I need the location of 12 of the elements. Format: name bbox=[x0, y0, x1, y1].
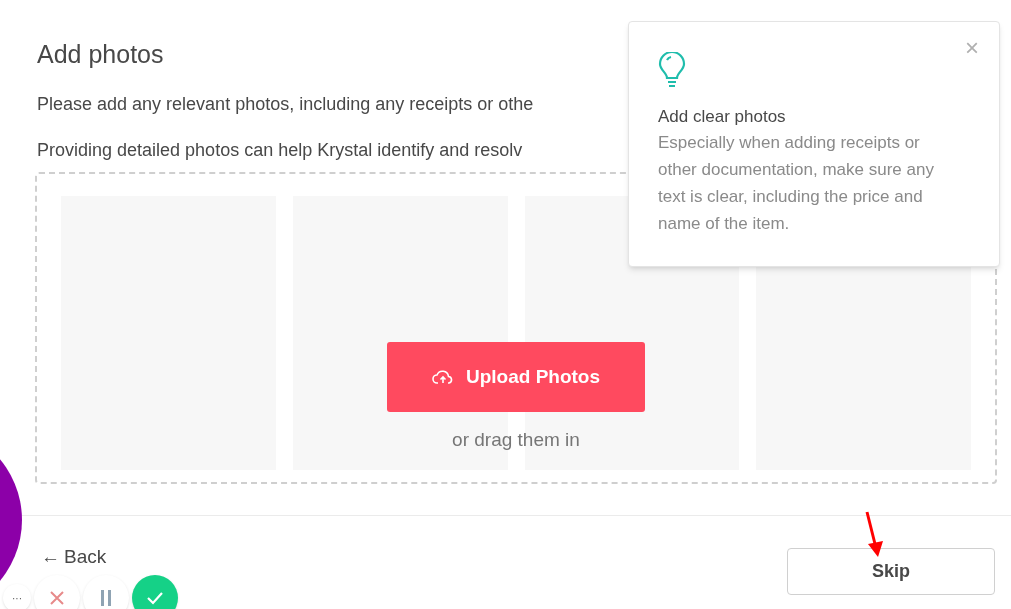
cloud-upload-icon bbox=[431, 369, 454, 385]
tip-title: Add clear photos bbox=[658, 106, 787, 128]
close-icon bbox=[49, 590, 65, 606]
description-text: Please add any relevant photos, including any receipts or othe bbox=[37, 93, 534, 116]
description-text: Providing detailed photos can help Krystal identify and resolv bbox=[37, 139, 523, 162]
back-link[interactable]: ← Back bbox=[41, 542, 107, 571]
lightbulb-icon bbox=[658, 52, 686, 88]
skip-button[interactable]: Skip bbox=[787, 548, 995, 595]
page-title: Add photos bbox=[37, 39, 164, 70]
drag-hint: or drag them in bbox=[452, 428, 580, 452]
check-icon bbox=[146, 591, 164, 605]
pause-icon bbox=[100, 590, 112, 606]
